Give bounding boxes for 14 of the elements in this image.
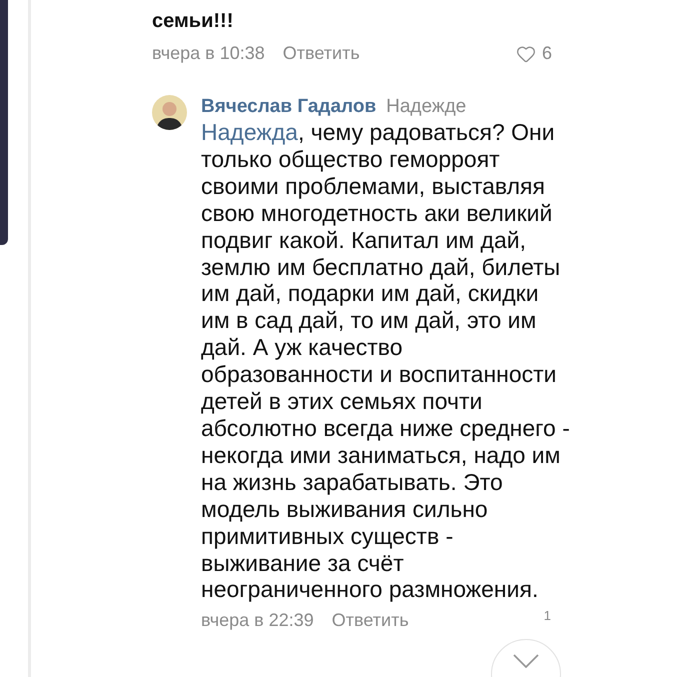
reply-link[interactable]: Ответить [282,40,360,67]
comment-text: семьи!!! [152,10,234,32]
avatar [152,95,187,130]
chevron-down-icon [513,654,539,668]
comment-time: вчера в 10:38 [152,42,265,65]
author-name[interactable]: Вячеслав Гадалов [201,95,376,119]
like-button[interactable]: 6 [516,40,552,67]
comment-text: Надежда, чему радоваться? Они только общество геморроят своими проблемами, выставляя свою многодетность аки великий подвиг какой. Капитал им дай, землю им бесплатно дай, билеты им дай, подарки им дай, скидки им в сад дай, то им дай, это им дай. А уж качество образованности и воспитанности детей в этих семьях почти абсолютно всегда ниже среднего - некогда ими заниматься, надо им на жизнь зарабатывать. Это модель выживания сильно примитивных существ - выживание за счёт неограниченного размножения. [201,119,571,604]
comment-time: вчера в 22:39 [201,609,314,632]
mention-link[interactable]: Надежда [201,119,298,145]
reply-to: Надежде [386,95,466,119]
reply-link[interactable]: Ответить [332,607,409,634]
heart-icon [516,44,536,64]
like-count: 1 [544,607,551,626]
